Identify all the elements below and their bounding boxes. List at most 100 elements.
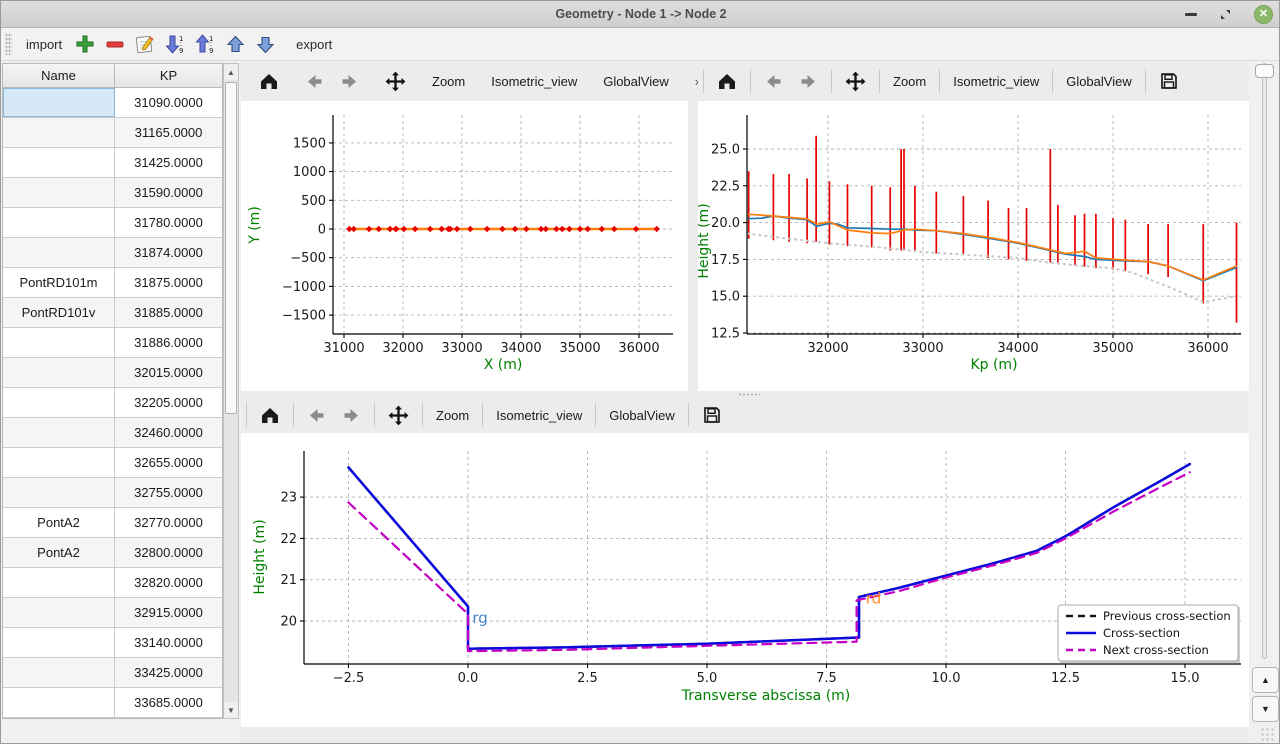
pan-button[interactable] xyxy=(377,68,414,95)
kp-cell[interactable]: 32015.0000 xyxy=(115,358,222,387)
plan-view-chart[interactable]: 3100032000330003400035000360001500100050… xyxy=(241,101,688,391)
save-button[interactable] xyxy=(694,402,730,428)
cross-section-chart[interactable]: −2.50.02.55.07.510.012.515.020212223Tran… xyxy=(241,433,1249,727)
kp-cell[interactable]: 31090.0000 xyxy=(115,88,222,117)
kp-cell[interactable]: 31875.0000 xyxy=(115,268,222,297)
remove-row-button[interactable] xyxy=(102,31,128,57)
slider-up-button[interactable]: ▲ xyxy=(1252,667,1279,693)
home-button[interactable] xyxy=(252,403,288,428)
pan-button[interactable] xyxy=(380,402,417,429)
kp-cell[interactable]: 32770.0000 xyxy=(115,508,222,537)
name-cell[interactable] xyxy=(3,238,115,267)
name-cell[interactable] xyxy=(3,598,115,627)
name-cell[interactable] xyxy=(3,418,115,447)
svg-text:20: 20 xyxy=(280,615,297,630)
svg-text:15.0: 15.0 xyxy=(711,290,740,305)
name-cell[interactable] xyxy=(3,358,115,387)
move-down-button[interactable] xyxy=(252,31,278,57)
name-cell[interactable] xyxy=(3,688,115,717)
name-cell[interactable] xyxy=(3,568,115,597)
kp-cell[interactable]: 32460.0000 xyxy=(115,418,222,447)
isometric-view-button[interactable]: Isometric_view xyxy=(483,71,585,92)
name-cell[interactable] xyxy=(3,658,115,687)
kp-cell[interactable]: 31885.0000 xyxy=(115,298,222,327)
name-cell[interactable] xyxy=(3,718,115,719)
kp-cell[interactable]: 32205.0000 xyxy=(115,388,222,417)
scroll-up-icon[interactable]: ▲ xyxy=(224,64,238,80)
kp-cell[interactable]: 32800.0000 xyxy=(115,538,222,567)
home-button[interactable] xyxy=(709,69,745,94)
pan-button[interactable] xyxy=(837,68,874,95)
add-row-button[interactable] xyxy=(72,31,98,57)
zoom-button[interactable]: Zoom xyxy=(424,71,473,92)
column-header-name[interactable]: Name xyxy=(3,64,115,87)
minimize-button[interactable] xyxy=(1185,13,1197,16)
kp-cell[interactable]: 33140.0000 xyxy=(115,628,222,657)
close-button[interactable]: ✕ xyxy=(1254,5,1273,24)
vertical-slider-track[interactable] xyxy=(1262,63,1267,659)
import-button[interactable]: import xyxy=(18,33,70,56)
name-cell[interactable]: PontRD101v xyxy=(3,298,115,327)
scroll-down-icon[interactable]: ▼ xyxy=(224,702,238,718)
kp-cell[interactable]: 32755.0000 xyxy=(115,478,222,507)
home-button[interactable] xyxy=(251,69,287,94)
name-cell[interactable] xyxy=(3,148,115,177)
slider-down-button[interactable]: ▼ xyxy=(1252,696,1279,722)
back-button[interactable] xyxy=(297,70,332,93)
forward-button[interactable] xyxy=(791,70,826,93)
profile-chart[interactable]: 320003300034000350003600025.022.520.017.… xyxy=(698,101,1249,391)
move-up-button[interactable] xyxy=(222,31,248,57)
sort-ascending-button[interactable]: 1 9 xyxy=(192,31,218,57)
name-cell[interactable]: PontA2 xyxy=(3,538,115,567)
kp-cell[interactable]: 31425.0000 xyxy=(115,148,222,177)
name-cell[interactable]: PontA2 xyxy=(3,508,115,537)
save-button[interactable] xyxy=(1151,68,1187,94)
back-button[interactable] xyxy=(299,404,334,427)
kp-cell[interactable]: 31590.0000 xyxy=(115,178,222,207)
zoom-button[interactable]: Zoom xyxy=(428,405,477,426)
toolbar-grip[interactable] xyxy=(5,33,12,55)
name-cell[interactable] xyxy=(3,388,115,417)
kp-cell[interactable]: 31780.0000 xyxy=(115,208,222,237)
column-header-kp[interactable]: KP xyxy=(115,64,222,87)
isometric-view-button[interactable]: Isometric_view xyxy=(488,405,590,426)
restore-button[interactable] xyxy=(1219,8,1232,21)
kp-cell[interactable]: 32820.0000 xyxy=(115,568,222,597)
kp-cell[interactable]: 31874.0000 xyxy=(115,238,222,267)
edit-row-button[interactable] xyxy=(132,31,158,57)
table-scrollbar[interactable]: ▲ ▼ xyxy=(223,63,239,719)
kp-cell[interactable]: 32655.0000 xyxy=(115,448,222,477)
vertical-slider-thumb[interactable] xyxy=(1255,64,1274,78)
kp-cell[interactable]: 33425.0000 xyxy=(115,658,222,687)
name-cell[interactable] xyxy=(3,178,115,207)
name-cell[interactable] xyxy=(3,628,115,657)
selected-name-cell[interactable] xyxy=(3,88,115,117)
table-row: PontA232770.0000 xyxy=(3,508,222,538)
global-view-button[interactable]: GlobalView xyxy=(601,405,683,426)
svg-text:31000: 31000 xyxy=(323,341,364,356)
kp-cell[interactable]: 31886.0000 xyxy=(115,328,222,357)
table-row: PontA232800.0000 xyxy=(3,538,222,568)
table-scrollbar-thumb[interactable] xyxy=(225,82,237,414)
sort-descending-button[interactable]: 1 9 xyxy=(162,31,188,57)
name-cell[interactable] xyxy=(3,118,115,147)
zoom-button[interactable]: Zoom xyxy=(885,71,934,92)
forward-button[interactable] xyxy=(334,404,369,427)
name-cell[interactable] xyxy=(3,328,115,357)
export-button[interactable]: export xyxy=(288,33,340,56)
global-view-button[interactable]: GlobalView xyxy=(595,71,677,92)
name-cell[interactable] xyxy=(3,478,115,507)
name-cell[interactable]: PontRD101m xyxy=(3,268,115,297)
forward-button[interactable] xyxy=(332,70,367,93)
window-resize-grip[interactable] xyxy=(1260,727,1276,741)
isometric-view-button[interactable]: Isometric_view xyxy=(945,71,1047,92)
kp-cell[interactable]: 31165.0000 xyxy=(115,118,222,147)
name-cell[interactable] xyxy=(3,208,115,237)
back-arrow-icon xyxy=(764,73,783,90)
kp-cell[interactable]: 33685.0000 xyxy=(115,688,222,717)
back-button[interactable] xyxy=(756,70,791,93)
kp-cell[interactable]: 32915.0000 xyxy=(115,598,222,627)
kp-cell[interactable] xyxy=(115,718,222,719)
global-view-button[interactable]: GlobalView xyxy=(1058,71,1140,92)
name-cell[interactable] xyxy=(3,448,115,477)
